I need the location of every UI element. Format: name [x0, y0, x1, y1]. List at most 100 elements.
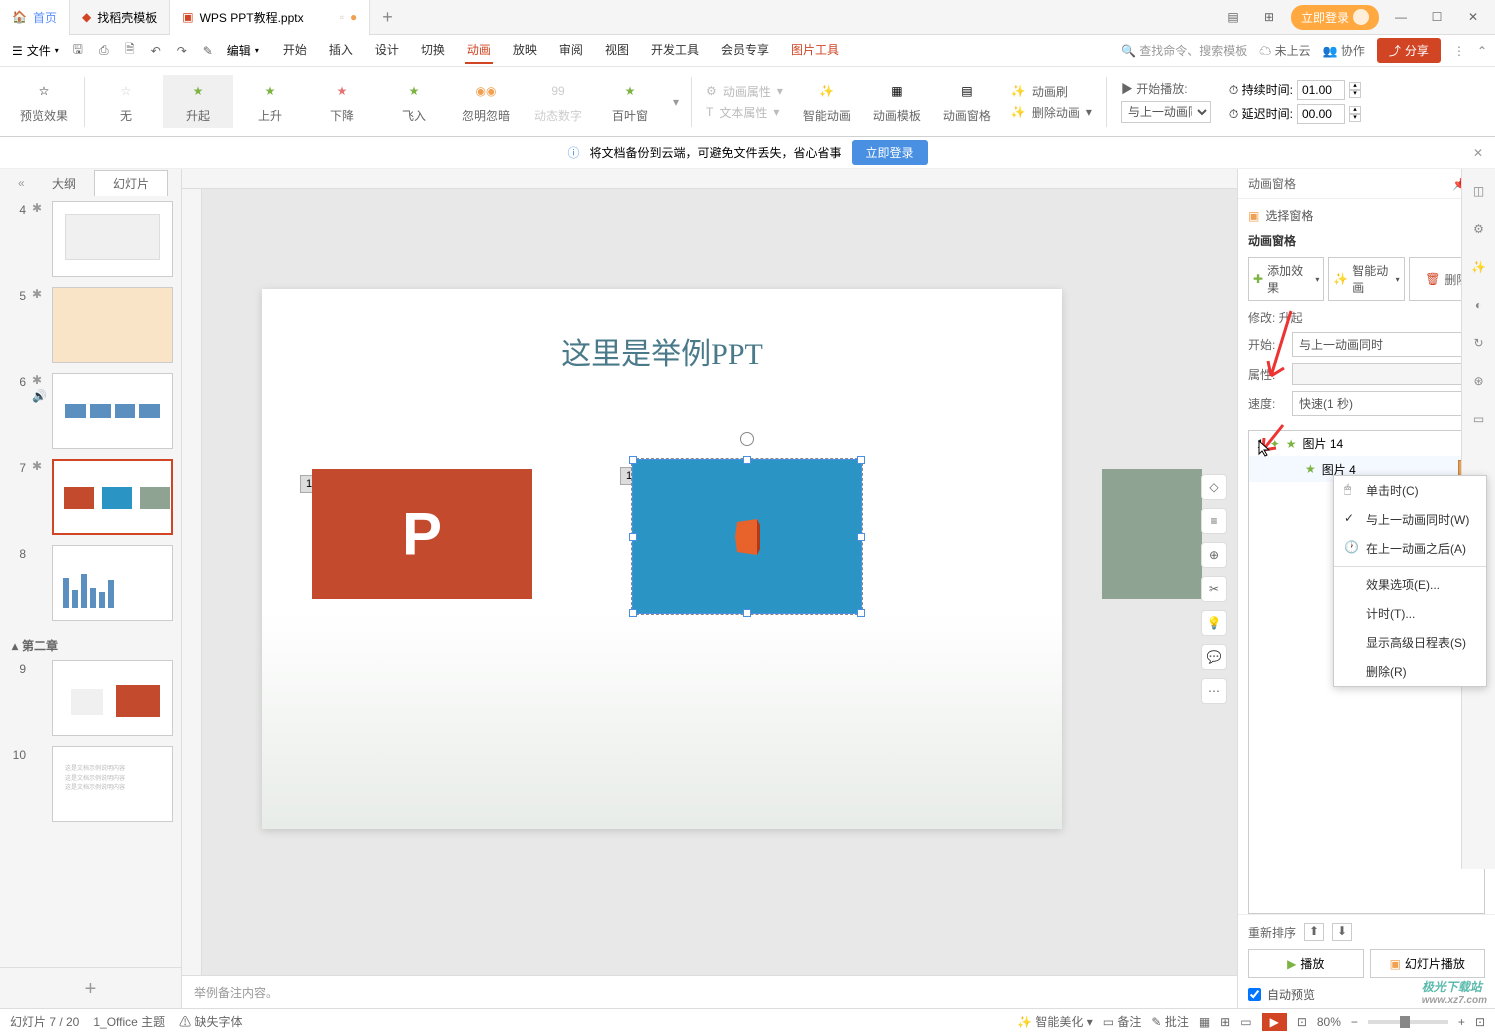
animation-list[interactable]: 1 ✦ ★ 图片 14 ★ 图片 4 ▾ 🖱单击时(C) ✓与上一动画同时(W)…: [1248, 430, 1485, 914]
smart-animation[interactable]: ✨智能动画: [793, 75, 861, 128]
anim-flicker[interactable]: ◉◉忽明忽暗: [451, 75, 521, 128]
undo-icon[interactable]: ↶: [145, 40, 167, 62]
shape-powerpoint[interactable]: [312, 469, 532, 599]
tab-view[interactable]: 视图: [603, 37, 631, 64]
zoom-slider[interactable]: [1368, 1020, 1448, 1024]
preview-icon[interactable]: 🗎: [119, 40, 141, 62]
more-tool[interactable]: ⋯: [1201, 678, 1227, 704]
sorter-view[interactable]: ⊞: [1220, 1015, 1230, 1029]
speed-select[interactable]: 快速(1 秒)▾: [1292, 391, 1485, 416]
animation-template[interactable]: ▦动画模板: [863, 75, 931, 128]
annotate-toggle[interactable]: ✎ 批注: [1151, 1013, 1188, 1030]
rt-navigator[interactable]: ◫: [1469, 181, 1489, 201]
missing-font-warning[interactable]: ⚠ 缺失字体: [179, 1013, 242, 1030]
theme-name[interactable]: 1_Office 主题: [93, 1013, 165, 1030]
ctx-remove[interactable]: 删除(R): [1334, 657, 1486, 686]
slide-canvas[interactable]: 这里是举例PPT 1 1: [262, 289, 1062, 829]
anim-ascend[interactable]: ★上升: [235, 75, 305, 128]
resize-handle-se[interactable]: [857, 609, 865, 617]
rt-library[interactable]: ▭: [1469, 409, 1489, 429]
banner-login-button[interactable]: 立即登录: [852, 140, 928, 165]
slide-thumb-7[interactable]: [52, 459, 173, 535]
resize-handle-w[interactable]: [629, 533, 637, 541]
fit-view[interactable]: ⊡: [1475, 1015, 1485, 1029]
zoom-out[interactable]: −: [1351, 1015, 1358, 1029]
rt-settings[interactable]: ⚙: [1469, 219, 1489, 239]
apps-icon[interactable]: ⊞: [1255, 10, 1283, 24]
new-tab-button[interactable]: +: [370, 7, 405, 28]
tab-devtools[interactable]: 开发工具: [649, 37, 701, 64]
tab-member[interactable]: 会员专享: [719, 37, 771, 64]
rotate-handle[interactable]: [740, 432, 754, 446]
resize-handle-ne[interactable]: [857, 456, 865, 464]
tab-start[interactable]: 开始: [281, 37, 309, 64]
share-button[interactable]: ⤴分享: [1377, 38, 1441, 63]
start-play-select[interactable]: 与上一动画同时: [1121, 101, 1211, 123]
login-button[interactable]: 立即登录: [1291, 5, 1379, 30]
duration-spinner[interactable]: ▴▾: [1349, 82, 1361, 98]
cloud-status[interactable]: ☁ 未上云: [1259, 42, 1310, 59]
resize-handle-n[interactable]: [743, 456, 751, 464]
tab-insert[interactable]: 插入: [327, 37, 355, 64]
ctx-advanced-timeline[interactable]: 显示高级日程表(S): [1334, 628, 1486, 657]
anim-none[interactable]: ☆无: [91, 75, 161, 128]
anim-blinds[interactable]: ★百叶窗: [595, 75, 665, 128]
slide-thumb-10[interactable]: 这是文档示例说明内容这是文档示例说明内容这是文档示例说明内容: [52, 746, 173, 822]
zoom-in[interactable]: +: [1458, 1015, 1465, 1029]
menu-button[interactable]: ☰文件▾: [8, 42, 63, 59]
anim-numbers[interactable]: 99动态数字: [523, 75, 593, 128]
tab-animation[interactable]: 动画: [465, 37, 493, 64]
collab-button[interactable]: 👥 协作: [1323, 42, 1365, 59]
duration-input[interactable]: [1297, 80, 1345, 100]
format-painter-icon[interactable]: ✎: [197, 40, 219, 62]
slides-tab[interactable]: 幻灯片: [94, 170, 168, 196]
grid-view[interactable]: ⊡: [1297, 1015, 1307, 1029]
anim-gallery-more[interactable]: ▾: [667, 95, 685, 109]
document-tab[interactable]: ▣ WPS PPT教程.pptx ▫ ●: [170, 0, 370, 35]
smart-beautify[interactable]: ✨ 智能美化 ▾: [1017, 1013, 1093, 1030]
ctx-effect-options[interactable]: 效果选项(E)...: [1334, 570, 1486, 599]
tab-review[interactable]: 审阅: [557, 37, 585, 64]
preview-effect-button[interactable]: ☆ 预览效果: [10, 75, 78, 128]
comment-tool[interactable]: 💬: [1201, 644, 1227, 670]
notes-toggle[interactable]: ▭ 备注: [1103, 1013, 1142, 1030]
delay-input[interactable]: [1297, 104, 1345, 124]
animation-brush[interactable]: ✨ 动画刷: [1011, 83, 1092, 100]
layout-icon[interactable]: ▤: [1219, 10, 1247, 24]
rt-refresh[interactable]: ↻: [1469, 333, 1489, 353]
shape-office[interactable]: [632, 459, 862, 614]
anim-flyin[interactable]: ★飞入: [379, 75, 449, 128]
template-tab[interactable]: ◆ 找稻壳模板: [70, 0, 170, 35]
slide-thumb-8[interactable]: [52, 545, 173, 621]
add-slide-button[interactable]: +: [0, 967, 181, 1011]
move-up-button[interactable]: ⬆: [1304, 923, 1324, 941]
smart-anim-button[interactable]: ✨智能动画▾: [1328, 257, 1404, 301]
play-button[interactable]: ▶播放: [1248, 949, 1364, 978]
search-input[interactable]: 🔍 查找命令、搜索模板: [1121, 42, 1247, 59]
select-pane-link[interactable]: ▣选择窗格: [1248, 207, 1485, 224]
tab-design[interactable]: 设计: [373, 37, 401, 64]
collapse-ribbon[interactable]: ⌃: [1477, 44, 1487, 58]
collapse-thumbs[interactable]: «: [18, 176, 34, 190]
banner-close[interactable]: ✕: [1473, 146, 1483, 160]
ctx-after-previous[interactable]: 🕐在上一动画之后(A): [1334, 534, 1486, 563]
maximize-button[interactable]: ☐: [1423, 10, 1451, 24]
ai-tool[interactable]: ◇: [1201, 474, 1227, 500]
start-select[interactable]: 与上一动画同时▾: [1292, 332, 1485, 357]
rt-animation[interactable]: ✨: [1469, 257, 1489, 277]
print-icon[interactable]: ⎙: [93, 40, 115, 62]
section-header[interactable]: ▴第二章: [8, 631, 173, 660]
slide-thumb-9[interactable]: [52, 660, 173, 736]
layers-tool[interactable]: ≡: [1201, 508, 1227, 534]
tab-picture-tools[interactable]: 图片工具: [789, 37, 841, 64]
redo-icon[interactable]: ↷: [171, 40, 193, 62]
ctx-on-click[interactable]: 🖱单击时(C): [1334, 476, 1486, 505]
slide-thumb-6[interactable]: [52, 373, 173, 449]
move-down-button[interactable]: ⬇: [1332, 923, 1352, 941]
slideshow-view[interactable]: ▶: [1262, 1013, 1287, 1031]
delete-animation[interactable]: ✨ 删除动画 ▾: [1011, 104, 1092, 121]
crop-tool[interactable]: ✂: [1201, 576, 1227, 602]
rt-transition[interactable]: ◐: [1469, 295, 1489, 315]
outline-tab[interactable]: 大纲: [34, 171, 94, 196]
ctx-with-previous[interactable]: ✓与上一动画同时(W): [1334, 505, 1486, 534]
